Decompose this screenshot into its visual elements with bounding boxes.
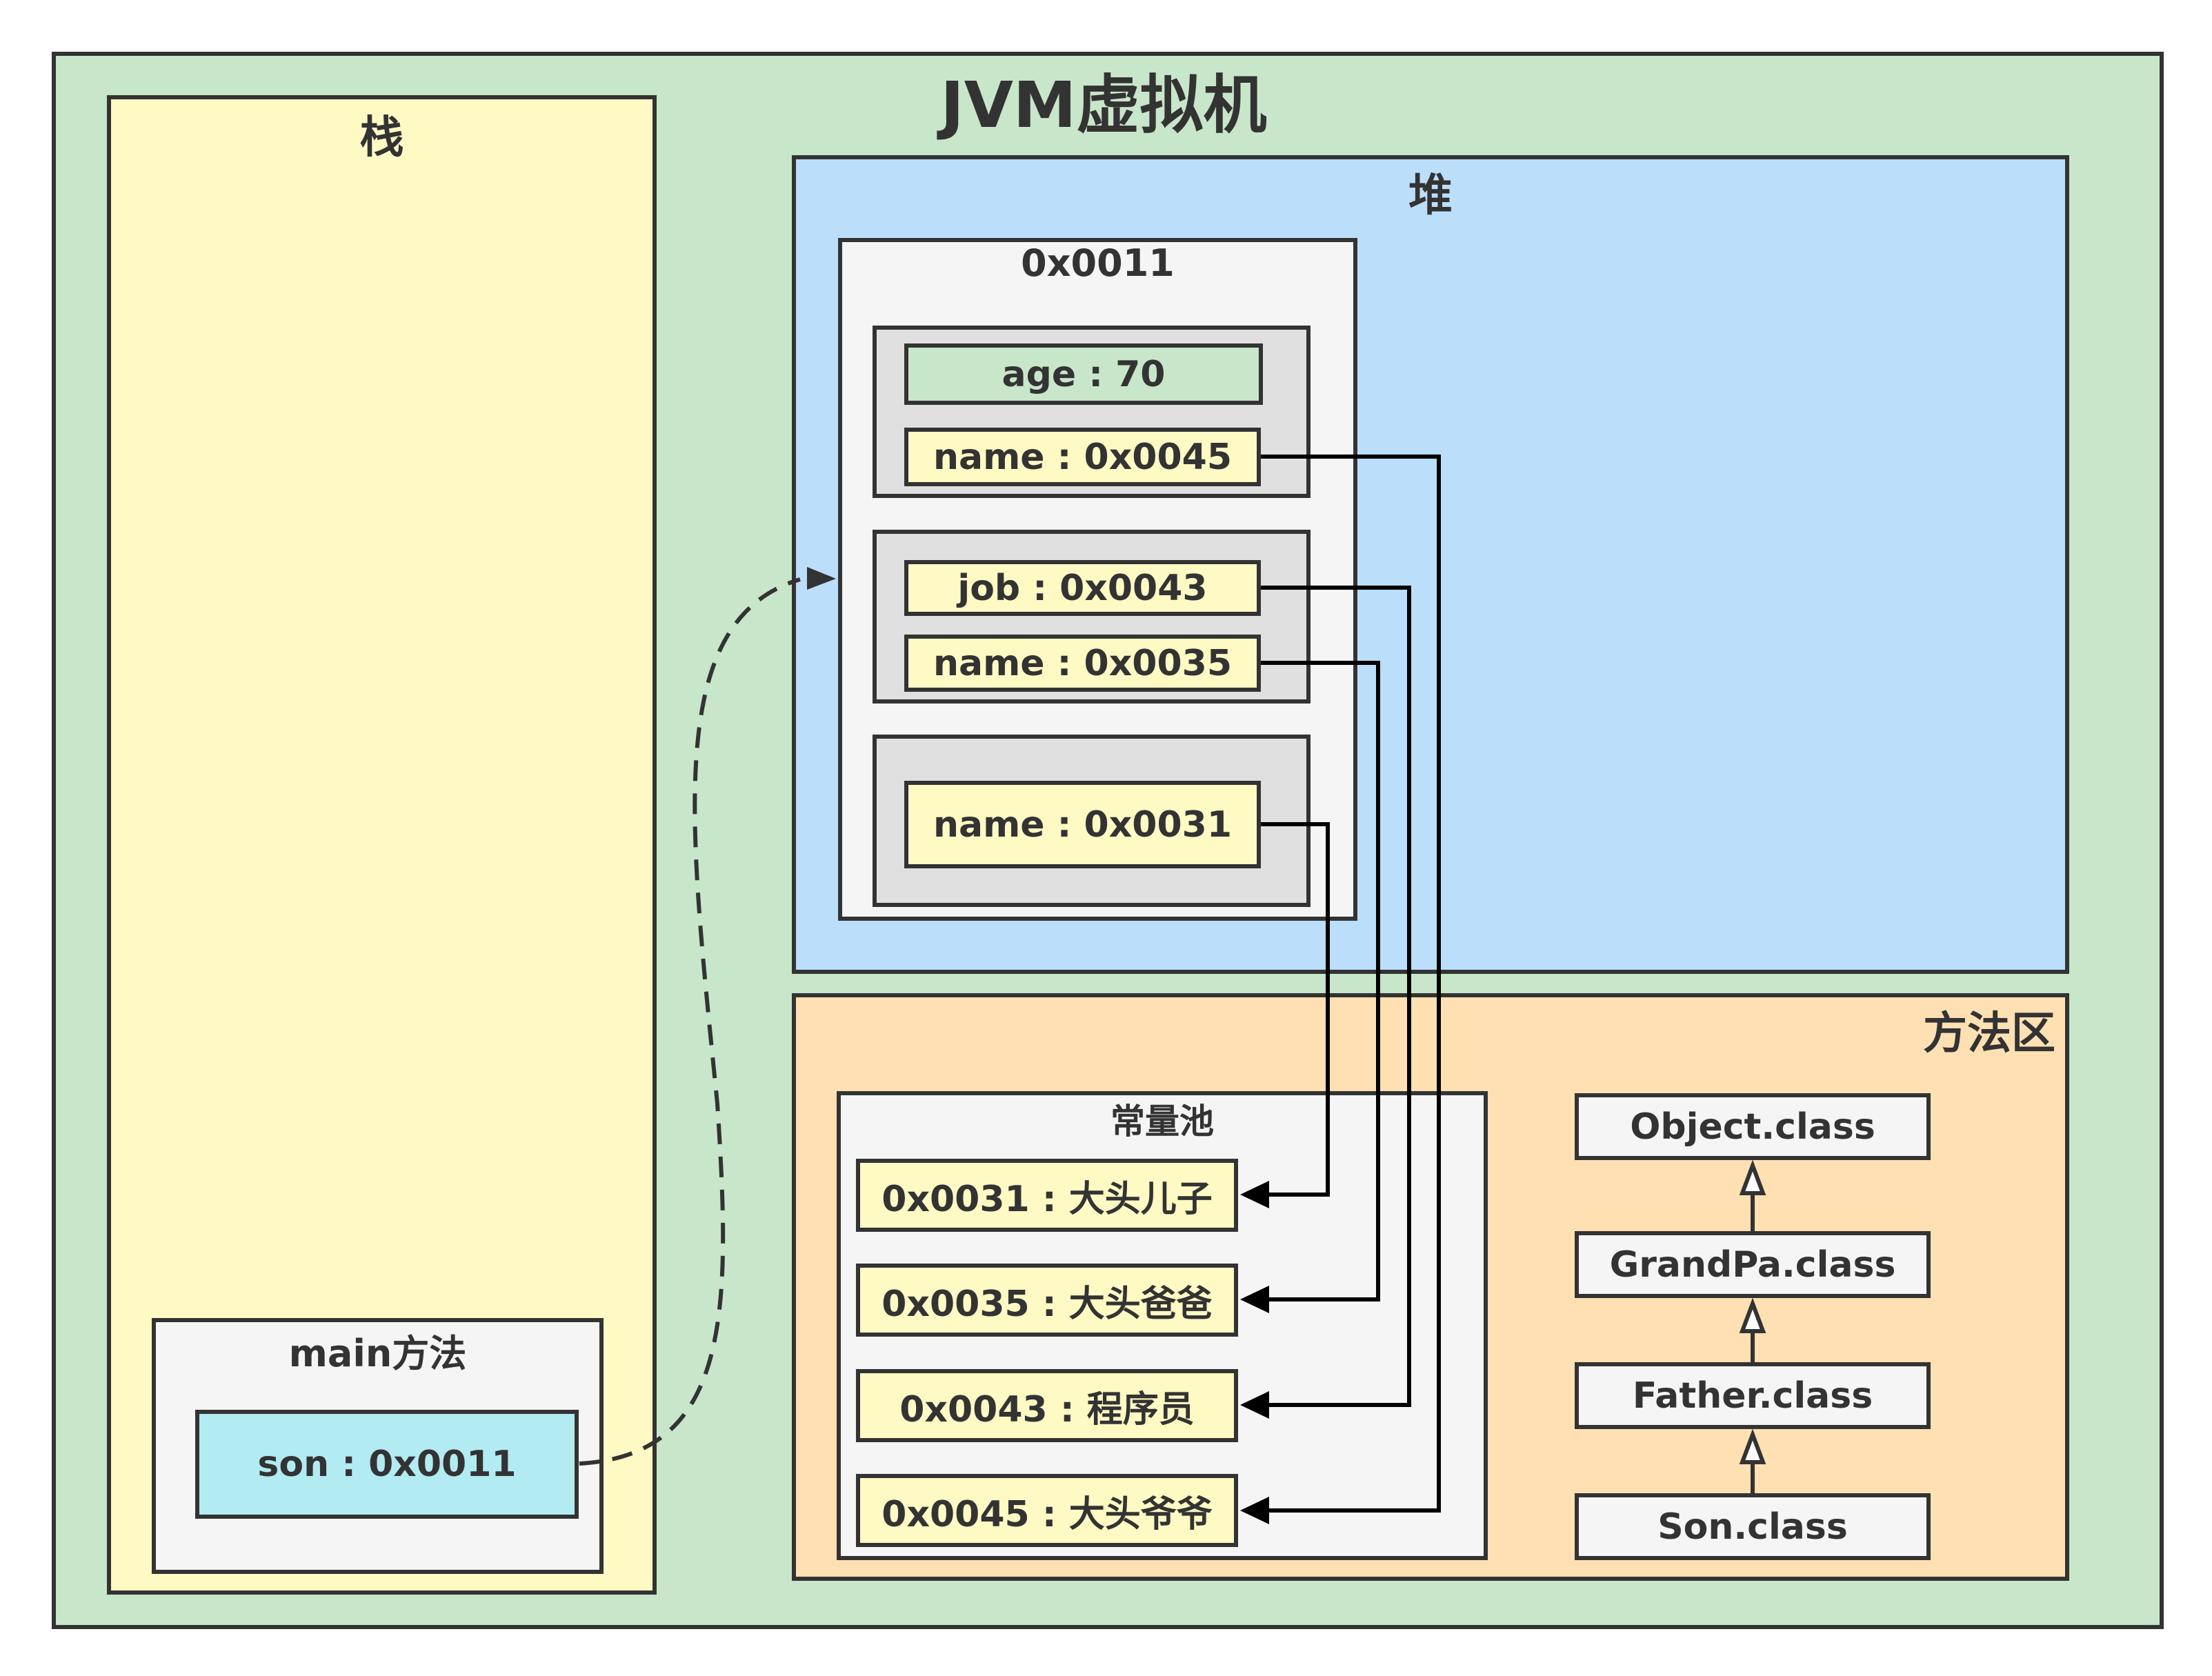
arrowhead-0x0043 [1240, 1391, 1269, 1419]
arrowhead-0x0045 [1240, 1497, 1269, 1524]
ref-line-0x0045 [1257, 455, 1441, 1513]
son-to-object-reference [579, 577, 801, 1466]
inherit-arrowhead-object [1739, 1159, 1766, 1195]
arrowhead-0x0031 [1240, 1181, 1269, 1208]
ref-line-0x0035 [1257, 661, 1380, 1301]
son-to-object-arrowhead [807, 567, 836, 590]
inherit-arrowhead-grandpa [1739, 1297, 1766, 1333]
inherit-arrowhead-father [1739, 1428, 1766, 1464]
ref-line-0x0043 [1257, 586, 1411, 1407]
arrowhead-0x0035 [1240, 1286, 1269, 1313]
connector-layer [579, 455, 1766, 1524]
ref-line-0x0031 [1257, 822, 1330, 1197]
